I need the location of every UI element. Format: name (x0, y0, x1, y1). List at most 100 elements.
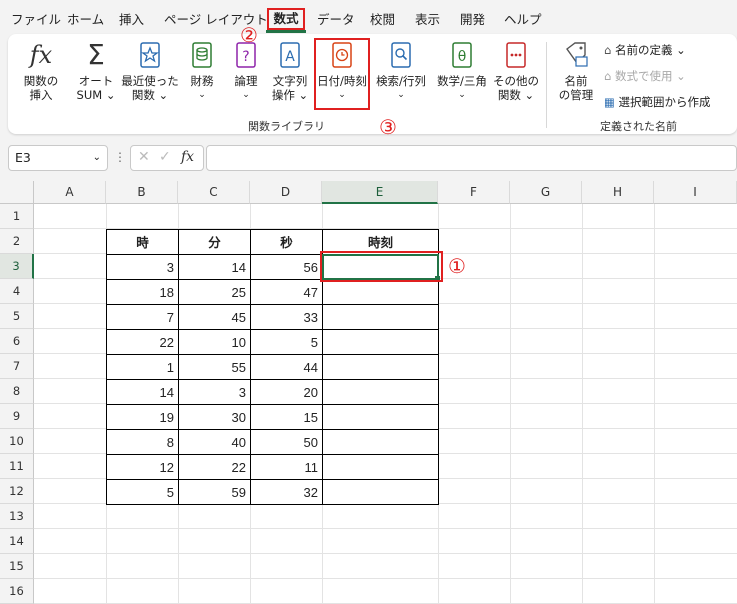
row-header-3[interactable]: 3 (0, 254, 34, 279)
financial-button[interactable]: 財務 ⌄ (184, 40, 220, 102)
column-header-c[interactable]: C (178, 181, 250, 204)
table-cell[interactable]: 55 (178, 354, 251, 380)
row-header-5[interactable]: 5 (0, 304, 34, 329)
table-cell[interactable]: 20 (250, 379, 323, 405)
table-cell[interactable]: 44 (250, 354, 323, 380)
column-header-b[interactable]: B (106, 181, 178, 204)
table-cell[interactable] (322, 454, 439, 480)
table-cell[interactable]: 14 (106, 379, 179, 405)
create-from-selection-button[interactable]: ▦ 選択範囲から作成 (604, 94, 711, 110)
table-cell[interactable]: 11 (250, 454, 323, 480)
table-cell[interactable]: 30 (178, 404, 251, 430)
select-all-corner[interactable] (0, 181, 34, 204)
table-cell[interactable]: 5 (106, 479, 179, 505)
table-header-cell[interactable]: 時 (106, 229, 179, 255)
cancel-icon[interactable]: ✕ (138, 149, 150, 165)
name-box[interactable]: E3 ⌄ (8, 145, 108, 171)
row-header-15[interactable]: 15 (0, 554, 34, 579)
table-cell[interactable]: 50 (250, 429, 323, 455)
table-cell[interactable]: 33 (250, 304, 323, 330)
logical-button[interactable]: ? 論理 ⌄ (228, 40, 264, 102)
date-time-button[interactable]: 日付/時刻 ⌄ (316, 40, 368, 102)
row-header-11[interactable]: 11 (0, 454, 34, 479)
tab-help[interactable]: ヘルプ (504, 10, 542, 30)
table-cell[interactable]: 18 (106, 279, 179, 305)
math-trig-button[interactable]: θ 数学/三角 ⌄ (434, 40, 490, 102)
tab-developer[interactable]: 開発 (460, 10, 485, 30)
row-header-4[interactable]: 4 (0, 279, 34, 304)
table-cell[interactable]: 25 (178, 279, 251, 305)
enter-icon[interactable]: ✓ (159, 149, 171, 165)
tab-review[interactable]: 校閲 (370, 10, 395, 30)
table-cell[interactable] (322, 304, 439, 330)
column-header-d[interactable]: D (250, 181, 322, 204)
column-header-e[interactable]: E (322, 181, 438, 204)
table-cell[interactable]: 7 (106, 304, 179, 330)
text-button[interactable]: A 文字列 操作 ⌄ (268, 40, 312, 102)
table-cell[interactable]: 59 (178, 479, 251, 505)
row-header-2[interactable]: 2 (0, 229, 34, 254)
table-cell[interactable]: 1 (106, 354, 179, 380)
tab-file[interactable]: ファイル (11, 10, 61, 30)
column-header-i[interactable]: I (654, 181, 737, 204)
table-cell[interactable]: 22 (106, 329, 179, 355)
table-cell[interactable] (322, 354, 439, 380)
table-cell[interactable] (322, 279, 439, 305)
table-cell[interactable]: 45 (178, 304, 251, 330)
tab-data[interactable]: データ (317, 10, 355, 30)
table-cell[interactable] (322, 329, 439, 355)
row-header-8[interactable]: 8 (0, 379, 34, 404)
use-in-formula-button[interactable]: ⌂ 数式で使用 ⌄ (604, 68, 686, 84)
table-cell[interactable]: 10 (178, 329, 251, 355)
table-cell[interactable]: 15 (250, 404, 323, 430)
table-cell[interactable] (322, 479, 439, 505)
define-name-button[interactable]: ⌂ 名前の定義 ⌄ (604, 42, 686, 58)
row-header-1[interactable]: 1 (0, 204, 34, 229)
row-header-7[interactable]: 7 (0, 354, 34, 379)
table-cell[interactable]: 14 (178, 254, 251, 280)
column-header-f[interactable]: F (438, 181, 510, 204)
table-cell[interactable]: 5 (250, 329, 323, 355)
row-header-10[interactable]: 10 (0, 429, 34, 454)
table-header-cell[interactable]: 秒 (250, 229, 323, 255)
table-cell[interactable]: 47 (250, 279, 323, 305)
insert-function-button[interactable]: fx 関数の 挿入 (18, 40, 64, 102)
row-header-6[interactable]: 6 (0, 329, 34, 354)
table-cell[interactable]: 56 (250, 254, 323, 280)
table-cell[interactable]: 40 (178, 429, 251, 455)
table-cell[interactable] (322, 429, 439, 455)
svg-text:A: A (285, 49, 295, 65)
column-header-h[interactable]: H (582, 181, 654, 204)
tab-insert[interactable]: 挿入 (119, 10, 144, 30)
table-cell[interactable]: 12 (106, 454, 179, 480)
table-cell[interactable]: 8 (106, 429, 179, 455)
row-header-14[interactable]: 14 (0, 529, 34, 554)
tab-home[interactable]: ホーム (67, 10, 104, 30)
worksheet-grid[interactable]: ABCDEFGHI 1 2 3 4 5 6 7 8 9 10 11 12 13 14 15 16 時分秒時刻 3… (0, 181, 737, 604)
name-box-dropdown-icon[interactable]: ⌄ (93, 146, 101, 170)
table-cell[interactable] (322, 404, 439, 430)
lookup-reference-button[interactable]: 検索/行列 ⌄ (372, 40, 430, 102)
recently-used-button[interactable]: 最近使った 関数 ⌄ (120, 40, 180, 102)
table-cell[interactable]: 3 (178, 379, 251, 405)
row-header-9[interactable]: 9 (0, 404, 34, 429)
column-header-a[interactable]: A (34, 181, 106, 204)
tab-view[interactable]: 表示 (415, 10, 440, 30)
more-functions-button[interactable]: その他の 関数 ⌄ (492, 40, 540, 102)
row-header-12[interactable]: 12 (0, 479, 34, 504)
row-header-16[interactable]: 16 (0, 579, 34, 604)
table-header-cell[interactable]: 分 (178, 229, 251, 255)
row-header-13[interactable]: 13 (0, 504, 34, 529)
tab-formulas[interactable]: 数式 (267, 8, 305, 30)
column-header-g[interactable]: G (510, 181, 582, 204)
formula-input[interactable] (206, 145, 737, 171)
table-cell[interactable]: 22 (178, 454, 251, 480)
name-manager-button[interactable]: 名前 の管理 (554, 40, 598, 102)
insert-function-icon[interactable]: fx (181, 149, 194, 165)
table-cell[interactable]: 19 (106, 404, 179, 430)
table-cell[interactable]: 32 (250, 479, 323, 505)
table-cell[interactable]: 3 (106, 254, 179, 280)
autosum-button[interactable]: Σ オート SUM ⌄ (72, 40, 120, 103)
table-cell[interactable] (322, 379, 439, 405)
more-options-icon[interactable]: ⋮ (114, 150, 126, 164)
